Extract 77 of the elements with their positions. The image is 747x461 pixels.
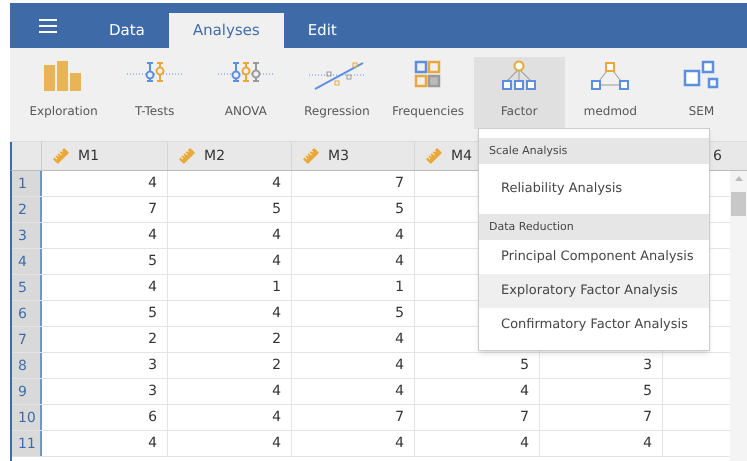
row-number: 5 (12, 275, 42, 300)
toolbar-button[interactable]: Exploration (18, 57, 110, 129)
tab[interactable]: Analyses (168, 13, 284, 48)
menu-item[interactable]: Reliability Analysis (479, 164, 709, 214)
table-cell-text: 4 (395, 252, 404, 271)
toolbar-button[interactable]: ANOVA (200, 57, 292, 129)
table-cell-text: 7 (520, 408, 529, 427)
table-cell-text: 5 (395, 304, 404, 323)
toolbar-button[interactable]: Frequencies (382, 57, 474, 129)
table-cell-text: 2 (272, 330, 281, 349)
toolbar-button[interactable]: T-Tests (109, 57, 200, 129)
table-cell-text: 5 (395, 200, 404, 219)
menu-item[interactable]: Exploratory Factor Analysis (479, 274, 709, 308)
row-number: 1 (12, 171, 42, 196)
table-cell-text: 4 (272, 304, 281, 323)
table-cell-text: 4 (148, 226, 157, 245)
scroll-thumb[interactable] (731, 192, 746, 216)
table-cell-text: 2 (148, 330, 157, 349)
table-cell-text: 4 (272, 434, 281, 453)
table-cell-text: 7 (395, 174, 404, 193)
row-number: 4 (12, 249, 42, 274)
row-number: 10 (12, 405, 42, 430)
table-cell-text: 4 (148, 174, 157, 193)
table-cell-text: 7 (643, 408, 652, 427)
table-cell-text: 4 (272, 174, 281, 193)
column-header: M1 (78, 146, 99, 166)
table-cell-text: 4 (395, 226, 404, 245)
column-header: M2 (204, 146, 225, 166)
toolbar-button[interactable]: Regression (291, 57, 382, 129)
table-cell-text: 2 (272, 356, 281, 375)
row-number: 7 (12, 327, 42, 352)
row-number: 3 (12, 223, 42, 248)
toolbar-button[interactable]: Factor (474, 57, 565, 129)
scroll-up-icon[interactable] (734, 176, 742, 181)
menu-section-heading: Scale Analysis (479, 138, 709, 164)
table-cell-text: 5 (643, 382, 652, 401)
table-cell-text: 5 (148, 252, 157, 271)
table-cell-text: 4 (395, 434, 404, 453)
table-cell-text: 4 (272, 408, 281, 427)
table-cell-text: 7 (395, 408, 404, 427)
menu-section-heading: Data Reduction (479, 214, 709, 240)
table-cell-text: 4 (148, 434, 157, 453)
column-header: 6 (713, 146, 722, 166)
row-number: 2 (12, 197, 42, 222)
table-cell-text: 7 (148, 200, 157, 219)
table-cell-text: 4 (520, 382, 529, 401)
scrollbar[interactable] (730, 171, 747, 461)
table-cell-text: 3 (148, 356, 157, 375)
table-cell-text: 4 (395, 330, 404, 349)
table-cell-text: 4 (395, 356, 404, 375)
table-cell-text: 3 (148, 382, 157, 401)
table-cell-text: 4 (643, 434, 652, 453)
table-cell-text: 1 (395, 278, 404, 297)
table-cell-text: 4 (395, 382, 404, 401)
table-cell-text: 4 (272, 252, 281, 271)
tab[interactable]: Edit (284, 13, 361, 48)
row-number: 11 (12, 431, 42, 456)
table-cell-text: 4 (272, 226, 281, 245)
table-cell-text: 5 (272, 200, 281, 219)
table-cell-text: 4 (148, 278, 157, 297)
menu-item[interactable]: Principal Component Analysis (479, 240, 709, 274)
toolbar-button[interactable]: SEM (656, 57, 747, 129)
table-cell-text: 6 (148, 408, 157, 427)
column-header: M4 (451, 146, 472, 166)
tab[interactable]: Data (85, 13, 169, 48)
toolbar-button[interactable]: medmod (564, 57, 656, 129)
table-cell-text: 1 (272, 278, 281, 297)
row-number: 8 (12, 353, 42, 378)
row-number: 9 (12, 379, 42, 404)
table-cell-text: 4 (272, 382, 281, 401)
row-number: 6 (12, 301, 42, 326)
table-cell-text: 5 (520, 356, 529, 375)
table-cell-text: 3 (643, 356, 652, 375)
column-header: M3 (328, 146, 349, 166)
table-cell-text: 5 (148, 304, 157, 323)
menu-item[interactable]: Confirmatory Factor Analysis (479, 308, 709, 342)
table-cell-text: 4 (520, 434, 529, 453)
